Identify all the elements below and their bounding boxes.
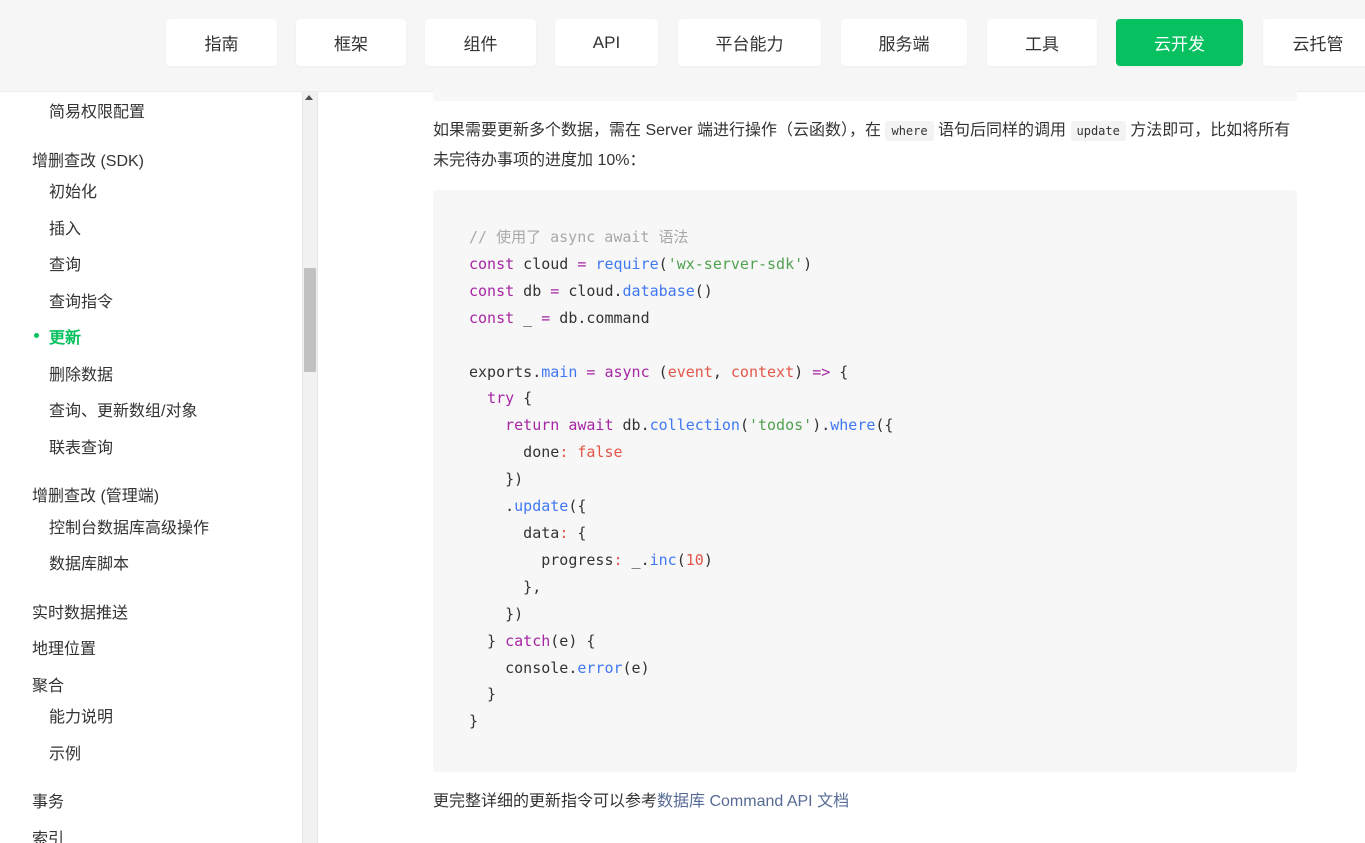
code-line: const db = cloud.database(): [469, 281, 713, 300]
top-navigation: 指南 框架 组件 API 平台能力 服务端 工具 云开发 云托管: [0, 0, 1365, 92]
code-line: }): [469, 604, 524, 623]
code-line: data: {: [469, 523, 587, 542]
sidebar-group-index[interactable]: 索引: [32, 825, 64, 843]
sidebar-group-transaction[interactable]: 事务: [32, 788, 64, 812]
sidebar-item-init[interactable]: 初始化: [49, 178, 97, 202]
sidebar-group-aggregate[interactable]: 聚合: [32, 672, 64, 696]
sidebar-item-insert[interactable]: 插入: [49, 215, 81, 239]
previous-code-block: [433, 88, 1297, 101]
sidebar-item-console-advanced[interactable]: 控制台数据库高级操作: [49, 514, 209, 538]
code-line: const _ = db.command: [469, 308, 650, 327]
footer-paragraph: 更完整详细的更新指令可以参考数据库 Command API 文档: [433, 793, 850, 810]
command-api-doc-link[interactable]: 数据库 Command API 文档: [657, 793, 849, 810]
sidebar-item-capability[interactable]: 能力说明: [49, 703, 113, 727]
sidebar-item-join-query[interactable]: 联表查询: [49, 434, 113, 458]
scroll-up-arrow-icon[interactable]: [305, 95, 313, 100]
code-line: console.error(e): [469, 658, 650, 677]
nav-api[interactable]: API: [555, 19, 658, 66]
code-line: }: [469, 685, 497, 704]
code-line: done: false: [469, 443, 623, 462]
code-line: .update({: [469, 497, 587, 516]
code-line: const cloud = require('wx-server-sdk'): [469, 254, 813, 273]
code-line: } catch(e) {: [469, 631, 596, 650]
code-line: }: [469, 712, 479, 731]
sidebar-group-crud-sdk[interactable]: 增删查改 (SDK): [32, 147, 144, 171]
nav-guide[interactable]: 指南: [166, 19, 277, 66]
code-content: // 使用了 async await 语法 const cloud = requ…: [469, 224, 893, 735]
code-line: },: [469, 577, 542, 596]
inline-code-where: where: [885, 121, 934, 141]
sidebar-scrollbar-thumb[interactable]: [304, 268, 316, 372]
nav-cloud-hosting[interactable]: 云托管: [1263, 19, 1365, 66]
content-paragraph: 如果需要更新多个数据，需在 Server 端进行操作（云函数），在 where …: [433, 121, 1291, 169]
sidebar-item-array-object[interactable]: 查询、更新数组/对象: [49, 397, 197, 421]
sidebar-item-update[interactable]: 更新: [49, 324, 81, 348]
sidebar-group-geo[interactable]: 地理位置: [32, 635, 96, 659]
active-indicator-dot: [34, 333, 39, 338]
code-line: exports.main = async (event, context) =>…: [469, 362, 849, 381]
nav-platform-capabilities[interactable]: 平台能力: [678, 19, 821, 66]
nav-tools[interactable]: 工具: [987, 19, 1097, 66]
nav-components[interactable]: 组件: [425, 19, 536, 66]
code-line: return await db.collection('todos').wher…: [505, 416, 894, 435]
code-line: }): [469, 470, 524, 489]
nav-framework[interactable]: 框架: [296, 19, 406, 66]
code-line: progress: _.inc(10): [469, 550, 713, 569]
sidebar-item-examples[interactable]: 示例: [49, 740, 81, 764]
sidebar-item-query-commands[interactable]: 查询指令: [49, 288, 113, 312]
code-line: try {: [487, 389, 533, 408]
sidebar-group-crud-admin[interactable]: 增删查改 (管理端): [32, 482, 159, 506]
sidebar: 简易权限配置 增删查改 (SDK) 初始化 插入 查询 查询指令 更新 删除数据…: [0, 92, 302, 843]
sidebar-scrollbar[interactable]: [302, 92, 318, 843]
code-line: // 使用了 async await 语法: [469, 228, 689, 246]
sidebar-item-simple-permission[interactable]: 简易权限配置: [49, 98, 145, 122]
sidebar-group-realtime-push[interactable]: 实时数据推送: [32, 599, 128, 623]
sidebar-item-db-script[interactable]: 数据库脚本: [49, 550, 129, 574]
sidebar-item-query[interactable]: 查询: [49, 251, 81, 275]
nav-server[interactable]: 服务端: [841, 19, 967, 66]
sidebar-item-delete[interactable]: 删除数据: [49, 361, 113, 385]
inline-code-update: update: [1070, 121, 1126, 141]
nav-cloud-development[interactable]: 云开发: [1116, 19, 1243, 66]
